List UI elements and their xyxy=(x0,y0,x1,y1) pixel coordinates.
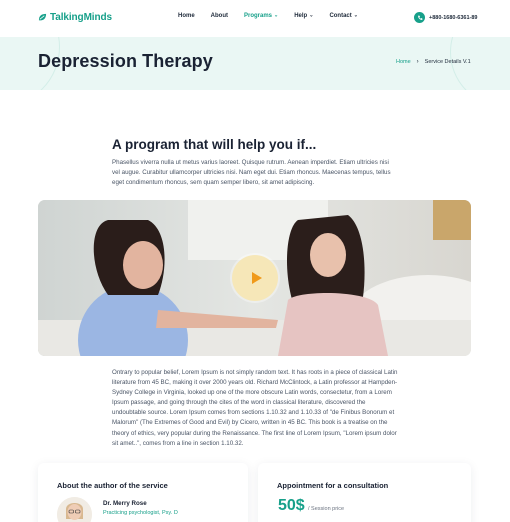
breadcrumb-home-link[interactable]: Home xyxy=(396,59,411,65)
nav-item-contact[interactable]: Contact ⌄ xyxy=(329,12,358,20)
nav-item-home[interactable]: Home xyxy=(178,13,195,19)
author-card: About the author of the service Dr. Merr… xyxy=(38,463,248,522)
site-header: TalkingMinds Home About Programs ⌄ Help ⌄ … xyxy=(0,0,510,37)
play-button[interactable] xyxy=(232,255,278,301)
phone-contact[interactable]: +880-1680-6361-89 xyxy=(414,12,477,23)
nav-label: Contact xyxy=(329,13,352,19)
chevron-down-icon: ⌄ xyxy=(353,12,358,19)
appointment-card-title: Appointment for a consultation xyxy=(277,481,389,490)
session-price-label: / Session price xyxy=(308,506,345,512)
author-card-title: About the author of the service xyxy=(57,481,168,490)
author-role: Practicing psychologist, Psy. D xyxy=(103,510,178,516)
chevron-down-icon: ⌄ xyxy=(274,12,279,19)
play-icon xyxy=(251,272,262,284)
breadcrumb-current: Service Details V.1 xyxy=(424,59,471,65)
phone-icon xyxy=(414,12,425,23)
leaf-logo-icon xyxy=(38,13,47,21)
page-title: Depression Therapy xyxy=(38,51,213,71)
nav-label: Programs xyxy=(244,13,273,19)
breadcrumb-separator: › xyxy=(416,59,419,65)
nav-item-help[interactable]: Help ⌄ xyxy=(294,12,314,20)
nav-label: Home xyxy=(178,13,195,19)
nav-label: About xyxy=(210,13,228,19)
avatar xyxy=(57,497,92,522)
brand-logo[interactable]: TalkingMinds xyxy=(38,12,112,23)
appointment-card: Appointment for a consultation 50$ / Ses… xyxy=(258,463,471,522)
program-heading: A program that will help you if... xyxy=(112,137,317,152)
nav-label: Help xyxy=(294,13,308,19)
brand-name: TalkingMinds xyxy=(50,12,112,23)
program-description: Phasellus viverra nulla ut metus varius … xyxy=(112,159,391,186)
session-price: 50$ xyxy=(278,497,305,514)
breadcrumb: Home › Service Details V.1 xyxy=(396,59,471,65)
nav-item-about[interactable]: About xyxy=(211,13,228,19)
main-nav: Home About Programs ⌄ Help ⌄ Contact ⌄ xyxy=(178,12,374,20)
author-name: Dr. Merry Rose xyxy=(103,500,147,507)
nav-item-programs[interactable]: Programs ⌄ xyxy=(244,12,279,20)
chevron-down-icon: ⌄ xyxy=(309,12,314,19)
service-body-text: Ontrary to popular belief, Lorem Ipsum i… xyxy=(112,369,398,447)
page-hero: Depression Therapy Home › Service Detail… xyxy=(0,37,510,90)
phone-number: +880-1680-6361-89 xyxy=(429,14,478,21)
